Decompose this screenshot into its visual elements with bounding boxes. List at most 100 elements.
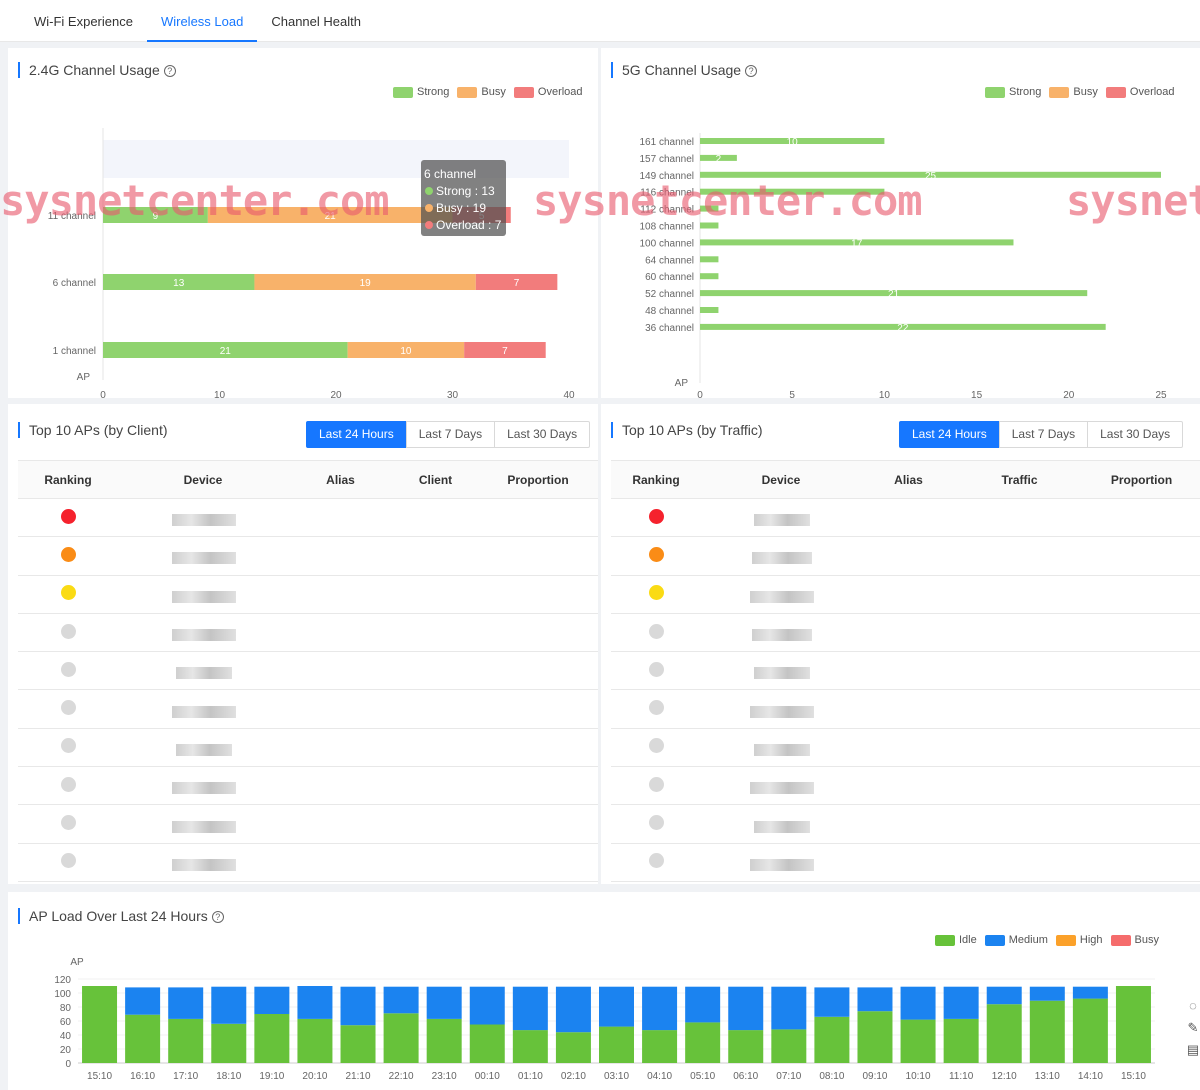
alias-cell xyxy=(288,613,393,653)
table-row[interactable] xyxy=(18,613,598,653)
rank-badge xyxy=(60,853,76,869)
x-tick-label: 16:10 xyxy=(130,1071,155,1082)
col-header[interactable]: Proportion xyxy=(1083,460,1200,499)
col-header[interactable]: Ranking xyxy=(18,460,118,499)
bar-segment xyxy=(1029,986,1065,1001)
value-cell xyxy=(393,536,478,576)
rank-badge xyxy=(648,508,664,524)
device-cell xyxy=(701,651,861,691)
value-cell xyxy=(393,498,478,538)
rank-cell xyxy=(611,575,701,614)
bar-segment xyxy=(211,1023,247,1063)
table-row[interactable] xyxy=(611,689,1200,729)
tab-wifi-experience[interactable]: Wi-Fi Experience xyxy=(20,0,147,42)
rank-badge xyxy=(60,508,76,524)
rank-badge xyxy=(60,700,76,716)
x-tick-label: 08:10 xyxy=(819,1071,844,1082)
col-header[interactable]: Proportion xyxy=(478,460,598,499)
tab-bar: Wi-Fi Experience Wireless Load Channel H… xyxy=(0,0,1200,42)
col-header[interactable]: Client xyxy=(393,460,478,499)
table-row[interactable] xyxy=(18,498,598,538)
table-row[interactable] xyxy=(18,536,598,576)
x-tick-label: 30 xyxy=(447,390,459,398)
legend-item-high[interactable]: High xyxy=(1055,934,1103,946)
rank-badge xyxy=(648,815,664,831)
tab-wireless-load[interactable]: Wireless Load xyxy=(146,0,258,42)
proportion-cell xyxy=(478,613,598,653)
rank-badge xyxy=(648,776,664,792)
col-header[interactable]: Alias xyxy=(288,460,393,499)
col-header[interactable]: Ranking xyxy=(611,460,701,499)
data-label: 22 xyxy=(897,323,909,334)
data-label: 2 xyxy=(716,154,722,165)
rank-cell xyxy=(611,498,701,538)
col-header[interactable]: Device xyxy=(701,460,861,499)
proportion-cell xyxy=(1083,575,1200,614)
range-30d-button[interactable]: Last 30 Days xyxy=(494,421,591,448)
y-axis-label: AP xyxy=(77,372,91,383)
y-tick-label: 11 channel xyxy=(48,211,96,222)
top-traffic-table: Ranking Device Alias Traffic Proportion xyxy=(611,460,1200,882)
x-tick-label: 03:10 xyxy=(604,1071,629,1082)
table-row[interactable] xyxy=(611,804,1200,844)
alias-cell xyxy=(288,728,393,768)
col-header[interactable]: Traffic xyxy=(956,460,1083,499)
legend-item-medium[interactable]: Medium xyxy=(984,934,1048,946)
rank-cell xyxy=(611,728,701,768)
table-row[interactable] xyxy=(611,575,1200,614)
data-label: 21 xyxy=(888,289,900,300)
table-row[interactable] xyxy=(611,536,1200,576)
table-row[interactable] xyxy=(18,689,598,729)
table-row[interactable] xyxy=(18,728,598,768)
proportion-cell xyxy=(478,728,598,768)
rank-badge xyxy=(60,546,76,562)
legend-item-idle[interactable]: Idle xyxy=(935,934,977,946)
table-row[interactable] xyxy=(18,843,598,882)
table-row[interactable] xyxy=(18,766,598,806)
help-icon[interactable]: ? xyxy=(211,911,224,923)
proportion-cell xyxy=(478,498,598,538)
col-header[interactable]: Alias xyxy=(861,460,956,499)
device-cell xyxy=(701,766,861,806)
table-row[interactable] xyxy=(611,651,1200,691)
bar-segment xyxy=(340,986,376,1026)
table-row[interactable] xyxy=(18,651,598,691)
rank-cell xyxy=(611,689,701,729)
rank-cell xyxy=(18,498,118,538)
bar-segment xyxy=(685,986,721,1023)
alias-cell xyxy=(288,536,393,576)
document-icon[interactable]: ▤ xyxy=(1186,1042,1200,1064)
table-row[interactable] xyxy=(611,728,1200,768)
y-tick-label: 100 channel xyxy=(640,238,695,249)
table-row[interactable] xyxy=(18,575,598,614)
x-tick-label: 18:10 xyxy=(216,1071,241,1082)
range-7d-button[interactable]: Last 7 Days xyxy=(405,421,496,448)
y-tick-label: 40 xyxy=(60,1031,72,1042)
table-row[interactable] xyxy=(611,498,1200,538)
table-row[interactable] xyxy=(611,613,1200,653)
range-7d-button[interactable]: Last 7 Days xyxy=(998,421,1089,448)
table-row[interactable] xyxy=(18,804,598,844)
feedback-icon[interactable]: ✎ xyxy=(1186,1020,1200,1042)
data-label: 19 xyxy=(360,278,372,289)
range-24h-button[interactable]: Last 24 Hours xyxy=(306,421,407,448)
x-tick-label: 21:10 xyxy=(346,1071,371,1082)
range-24h-button[interactable]: Last 24 Hours xyxy=(899,421,1000,448)
legend-item-busy[interactable]: Busy xyxy=(1110,934,1159,946)
bar-segment xyxy=(857,1011,893,1063)
tab-channel-health[interactable]: Channel Health xyxy=(257,0,375,42)
panel-title-5g: 5G Channel Usage? xyxy=(611,62,758,78)
legend-label: Idle xyxy=(959,934,977,946)
time-range-selector: Last 24 Hours Last 7 Days Last 30 Days xyxy=(306,421,591,448)
help-icon[interactable]: ? xyxy=(163,65,176,77)
table-row[interactable] xyxy=(611,843,1200,882)
rank-badge xyxy=(648,661,664,677)
rank-badge xyxy=(60,815,76,831)
help-icon[interactable]: ? xyxy=(745,65,758,77)
proportion-cell xyxy=(1083,613,1200,653)
col-header[interactable]: Device xyxy=(118,460,288,499)
bar-segment xyxy=(943,1018,979,1063)
range-30d-button[interactable]: Last 30 Days xyxy=(1087,421,1184,448)
table-row[interactable] xyxy=(611,766,1200,806)
chat-icon[interactable]: ◌ xyxy=(1186,998,1200,1020)
